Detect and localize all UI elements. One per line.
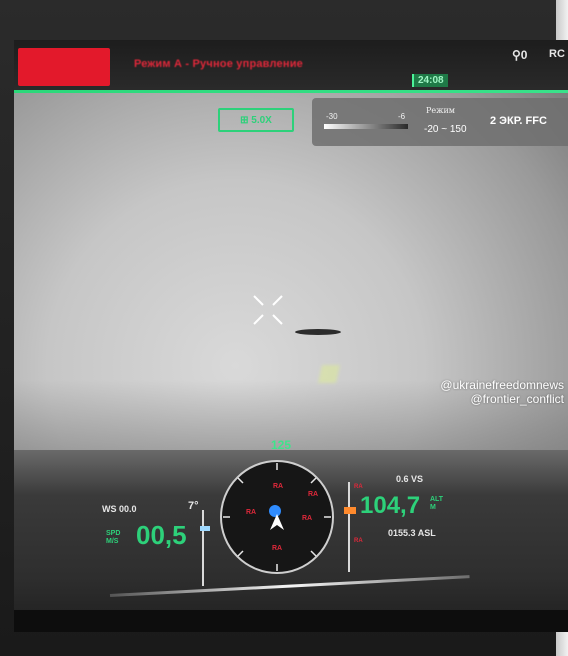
crosshair-icon [253, 295, 283, 325]
svg-text:RA: RA [246, 509, 256, 516]
altitude-tape-cursor [344, 507, 356, 514]
rc-label: RC [549, 48, 565, 60]
screen-bottom-edge [14, 610, 568, 632]
speed-unit: SPD M/S [106, 530, 121, 545]
thermal-mode-label: Режим [426, 106, 456, 115]
watermark-line-1: @ukrainefreedomnews [440, 378, 564, 392]
altitude-tape [348, 482, 358, 572]
speed-tape-cursor [200, 526, 210, 531]
flight-time: 24:08 [412, 74, 448, 87]
tilt-value: 7° [188, 500, 199, 512]
scale-max: -6 [398, 112, 406, 121]
thermal-palette-panel[interactable]: -30 -6 Режим -20 ~ 150 2 ЭКР. FFC [312, 98, 568, 146]
target-glow [318, 365, 340, 383]
mode-alert-block[interactable] [18, 48, 110, 86]
asl-altitude-label: 0155.3 ASL [388, 528, 436, 538]
wind-speed-label: WS 00.0 [102, 504, 137, 514]
altitude-value: 104,7 [360, 492, 421, 519]
svg-text:RA: RA [308, 491, 318, 498]
status-bar: Режим А - Ручное управление ⚲0 RC [14, 40, 568, 90]
screen-ffc-button[interactable]: 2 ЭКР. FFC [490, 115, 547, 127]
compass-icon[interactable]: RA RA RA RA RA [218, 458, 336, 576]
watermark: @ukrainefreedomnews @frontier_conflict [374, 378, 564, 406]
speed-tape [202, 510, 212, 586]
status-progress-line [14, 90, 568, 93]
signal-value: 0 [520, 48, 528, 62]
altitude-unit: ALT M [430, 496, 444, 511]
vertical-speed-label: 0.6 VS [396, 474, 424, 484]
altitude-tape-marker: RA [354, 538, 363, 544]
target-object [295, 329, 341, 335]
temperature-scale-bar [324, 124, 408, 129]
speed-value: 00,5 [136, 520, 187, 550]
watermark-line-2: @frontier_conflict [470, 392, 564, 406]
flight-mode-text: Режим А - Ручное управление [134, 58, 303, 70]
signal-icon: ⚲0 [512, 48, 528, 62]
thermal-range: -20 ~ 150 [424, 124, 467, 135]
drone-video-feed: Режим А - Ручное управление ⚲0 RC 24:08 … [14, 40, 568, 632]
svg-text:RA: RA [272, 545, 282, 552]
scale-min: -30 [326, 112, 338, 121]
svg-text:RA: RA [273, 483, 283, 490]
altitude-tape-marker: RA [354, 484, 363, 490]
svg-text:RA: RA [302, 515, 312, 522]
zoom-indicator[interactable]: ⊞ 5.0X [218, 108, 294, 132]
heading-value: 125 [270, 438, 292, 452]
